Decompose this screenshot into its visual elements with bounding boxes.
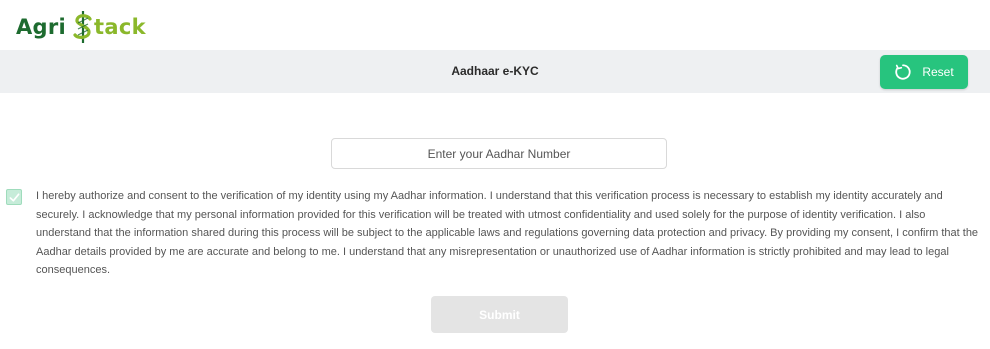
reset-button[interactable]: Reset [880, 55, 968, 89]
logo-text-agri: Agri [16, 15, 67, 39]
refresh-icon [895, 64, 911, 80]
consent-text: I hereby authorize and consent to the ve… [36, 190, 979, 277]
consent-checkbox[interactable] [6, 189, 22, 205]
aadhar-number-input[interactable] [331, 138, 667, 169]
reset-button-label: Reset [922, 65, 954, 79]
logo-stack-group: tack [72, 10, 146, 44]
check-icon [9, 192, 19, 202]
submit-button[interactable]: Submit [431, 296, 568, 333]
logo-text-tack: tack [94, 15, 146, 39]
page-title: Aadhaar e-KYC [451, 64, 539, 78]
page: Agri tack Aadhaar e-KYC Reset I hereby a… [0, 0, 990, 349]
page-header-bar: Aadhaar e-KYC [0, 50, 990, 93]
dollar-s-icon [73, 11, 92, 43]
agristack-logo[interactable]: Agri tack [16, 6, 146, 48]
